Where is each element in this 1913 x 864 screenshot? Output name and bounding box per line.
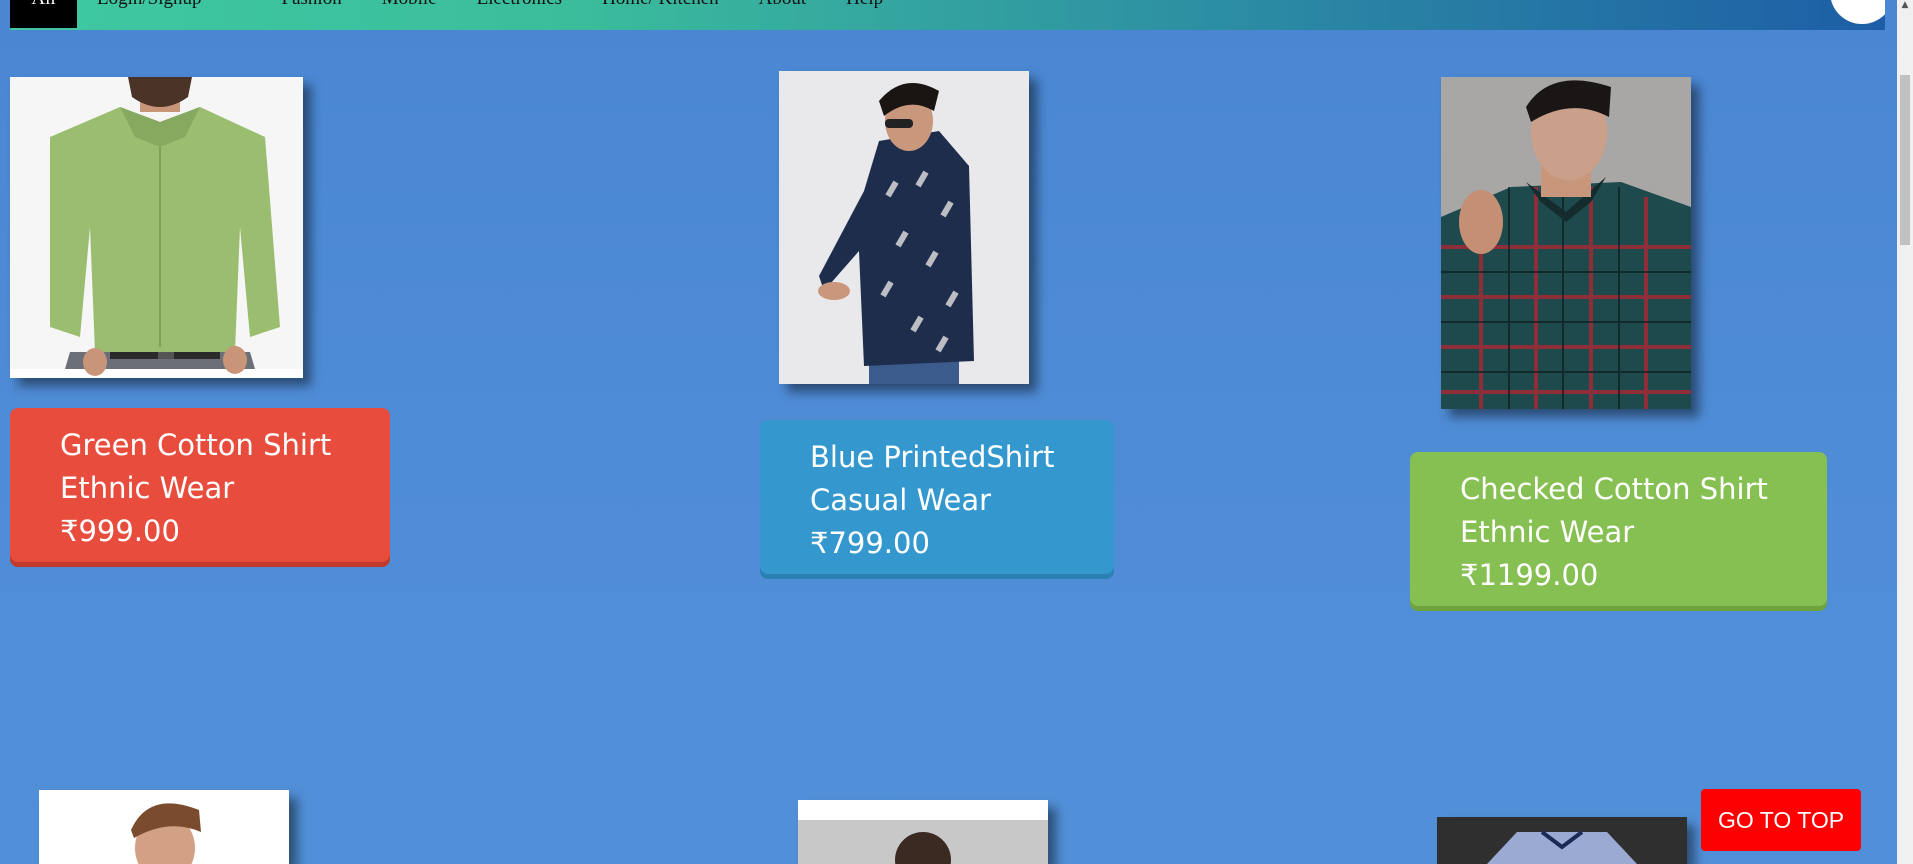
nav-link-help[interactable]: Help: [846, 0, 883, 10]
product-category: Ethnic Wear: [1460, 515, 1635, 549]
product-image-green-shirt[interactable]: [10, 77, 303, 378]
nav-link-about[interactable]: About: [759, 0, 807, 10]
product-price: ₹1199.00: [1460, 558, 1599, 592]
scroll-thumb[interactable]: [1900, 75, 1910, 245]
product-image-blue-printed-shirt[interactable]: [779, 71, 1029, 384]
go-to-top-button[interactable]: GO TO TOP: [1701, 789, 1861, 851]
product-title: Checked Cotton Shirt: [1460, 472, 1768, 506]
page-scrollbar[interactable]: ▲: [1897, 0, 1913, 864]
product-price: ₹799.00: [810, 526, 930, 560]
nav-all-button[interactable]: All: [10, 0, 77, 28]
avatar[interactable]: [1830, 0, 1885, 24]
product-price: ₹999.00: [60, 514, 180, 548]
nav-link-fashion[interactable]: Fashion: [282, 0, 342, 10]
nav-link-mobile[interactable]: Mobile: [382, 0, 437, 10]
product-category: Ethnic Wear: [60, 471, 235, 505]
product-title: Blue PrintedShirt: [810, 440, 1055, 474]
scroll-up-arrow-icon[interactable]: ▲: [1900, 0, 1910, 10]
product-image-row2-2[interactable]: [798, 800, 1048, 864]
product-card-checked-shirt[interactable]: Checked Cotton Shirt Ethnic Wear ₹1199.0…: [1410, 452, 1827, 606]
nav-link-electronics[interactable]: Electronics: [477, 0, 562, 10]
product-title: Green Cotton Shirt: [60, 428, 332, 462]
top-navbar: All Login/Signup Fashion Mobile Electron…: [10, 0, 1885, 30]
nav-link-home-kitchen[interactable]: Home/ Kitchen: [602, 0, 719, 10]
product-card-blue-printed-shirt[interactable]: Blue PrintedShirt Casual Wear ₹799.00: [760, 420, 1114, 574]
nav-link-login[interactable]: Login/Signup: [97, 0, 202, 10]
product-image-row2-3[interactable]: [1437, 817, 1687, 864]
product-image-row2-1[interactable]: [39, 790, 289, 864]
product-category: Casual Wear: [810, 483, 992, 517]
product-card-green-shirt[interactable]: Green Cotton Shirt Ethnic Wear ₹999.00: [10, 408, 390, 562]
product-image-checked-shirt[interactable]: [1441, 77, 1691, 409]
